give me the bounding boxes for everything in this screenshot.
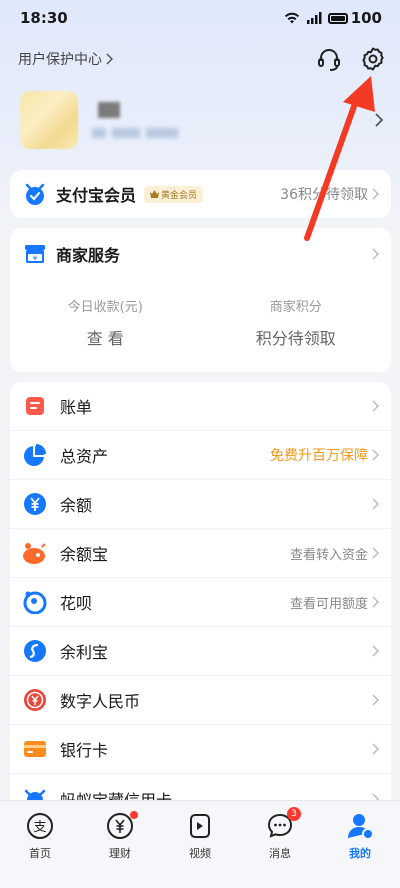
tab-label: 我的 <box>349 847 371 860</box>
gold-member-label: 黄金会员 <box>161 190 198 201</box>
asset-menu-list: 账单 总资产 免费升百万保障 余额 余额宝 查看转入资金 花呗 查看可用额度 余… <box>10 382 391 822</box>
tab-home[interactable]: 支 首页 <box>0 801 80 862</box>
menu-item-label: 花呗 <box>60 594 93 613</box>
me-icon <box>345 811 375 841</box>
header-row: 用户保护中心 <box>18 44 386 74</box>
menu-item-digital-rmb[interactable]: 数字人民币 <box>10 676 391 725</box>
menu-item-label: 余额 <box>60 496 93 515</box>
crown-icon <box>150 190 160 198</box>
tab-me[interactable]: 我的 <box>320 801 400 862</box>
huabei-icon <box>22 589 48 615</box>
header-actions <box>316 46 386 72</box>
menu-item-label: 余额宝 <box>60 545 109 564</box>
chevron-right-icon <box>372 645 379 657</box>
menu-item-right <box>372 694 379 706</box>
bill-icon <box>22 393 48 419</box>
chevron-right-icon <box>372 498 379 510</box>
chevron-right-icon <box>372 449 379 461</box>
account-name-obscured <box>92 102 178 138</box>
redacted-account <box>92 128 178 138</box>
menu-item-label: 账单 <box>60 398 93 417</box>
chevron-right-icon <box>372 547 379 559</box>
menu-item-right <box>372 498 379 510</box>
menu-item-right <box>372 400 379 412</box>
menu-item-yuebao[interactable]: 余额宝 查看转入资金 <box>10 529 391 578</box>
menu-item-bill[interactable]: 账单 <box>10 382 391 431</box>
merchant-stats: 今日收款(元) 查 看 商家积分 积分待领取 <box>10 296 391 349</box>
home-indicator-area <box>0 862 400 888</box>
member-title: 支付宝会员 <box>56 186 137 205</box>
user-protection-center-label: 用户保护中心 <box>18 52 102 68</box>
tab-video[interactable]: 视频 <box>160 801 240 862</box>
notification-dot <box>130 811 138 819</box>
user-protection-center-link[interactable]: 用户保护中心 <box>18 49 113 69</box>
yulibao-icon <box>22 638 48 664</box>
yuan-coin-icon <box>22 491 48 517</box>
tab-label: 消息 <box>269 847 291 860</box>
menu-item-right <box>372 743 379 755</box>
settings-gear-icon[interactable] <box>360 46 386 72</box>
avatar[interactable] <box>20 91 78 149</box>
menu-item-huabei[interactable]: 花呗 查看可用额度 <box>10 578 391 627</box>
chevron-right-icon <box>106 53 113 65</box>
chevron-right-icon <box>372 743 379 755</box>
customer-service-icon[interactable] <box>316 46 342 72</box>
alipay-home-icon: 支 <box>25 811 55 841</box>
menu-item-total-assets[interactable]: 总资产 免费升百万保障 <box>10 431 391 480</box>
pie-chart-icon <box>22 442 48 468</box>
menu-item-hint: 查看可用额度 <box>289 596 368 612</box>
menu-item-hint: 免费升百万保障 <box>270 448 368 464</box>
tab-messages[interactable]: 3 消息 <box>240 801 320 862</box>
tab-label: 视频 <box>189 847 211 860</box>
video-icon <box>185 811 215 841</box>
chevron-right-icon <box>372 400 379 412</box>
svg-text:支: 支 <box>33 820 46 835</box>
battery-icon <box>327 12 348 24</box>
tab-label: 首页 <box>29 847 51 860</box>
gold-member-badge: 黄金会员 <box>144 185 204 203</box>
tab-wealth[interactable]: 理财 <box>80 801 160 862</box>
chevron-right-icon <box>372 694 379 706</box>
menu-item-right: 免费升百万保障 <box>270 445 379 465</box>
merchant-points-stat[interactable]: 商家积分 积分待领取 <box>201 296 392 349</box>
annotation-arrow-icon <box>304 76 375 241</box>
menu-item-label: 总资产 <box>60 447 109 466</box>
merchant-services-title: 商家服务 <box>56 246 121 265</box>
svg-text:¥: ¥ <box>33 255 38 263</box>
menu-item-label: 数字人民币 <box>60 692 141 711</box>
stat-value: 查 看 <box>86 329 124 348</box>
status-icons: 100 <box>284 9 382 27</box>
stat-label: 今日收款(元) <box>67 300 143 315</box>
menu-item-right: 查看转入资金 <box>290 544 379 563</box>
menu-item-right: 查看可用额度 <box>290 593 379 612</box>
stat-value: 积分待领取 <box>255 329 336 348</box>
chevron-right-icon <box>372 248 379 260</box>
merchant-services-card[interactable]: ¥ 商家服务 今日收款(元) 查 看 商家积分 积分待领取 <box>10 228 391 372</box>
menu-item-bank-card[interactable]: 银行卡 <box>10 725 391 774</box>
merchant-store-icon: ¥ <box>25 245 45 263</box>
menu-item-right <box>372 645 379 657</box>
menu-item-label: 余利宝 <box>60 643 109 662</box>
message-count-badge: 3 <box>287 807 301 821</box>
chevron-right-icon <box>372 596 379 608</box>
wifi-icon <box>284 12 299 24</box>
status-time: 18:30 <box>20 9 68 27</box>
signal-icon <box>306 12 322 24</box>
status-bar: 18:30 100 <box>0 0 400 36</box>
bank-card-icon <box>22 736 48 762</box>
menu-item-yulibao[interactable]: 余利宝 <box>10 627 391 676</box>
tab-label: 理财 <box>109 847 131 860</box>
digital-rmb-icon <box>22 687 48 713</box>
redacted-name <box>98 102 120 118</box>
today-income-stat[interactable]: 今日收款(元) 查 看 <box>10 296 201 349</box>
bottom-tab-bar: 支 首页 理财 视频 3 消息 我的 <box>0 800 400 862</box>
yuebao-icon <box>22 540 48 566</box>
battery-indicator: 100 <box>327 9 382 27</box>
battery-level: 100 <box>350 9 382 27</box>
menu-item-hint: 查看转入资金 <box>289 547 368 563</box>
menu-item-balance[interactable]: 余额 <box>10 480 391 529</box>
menu-item-label: 银行卡 <box>60 741 109 760</box>
member-shield-icon <box>25 183 45 205</box>
stat-label: 商家积分 <box>269 300 322 315</box>
